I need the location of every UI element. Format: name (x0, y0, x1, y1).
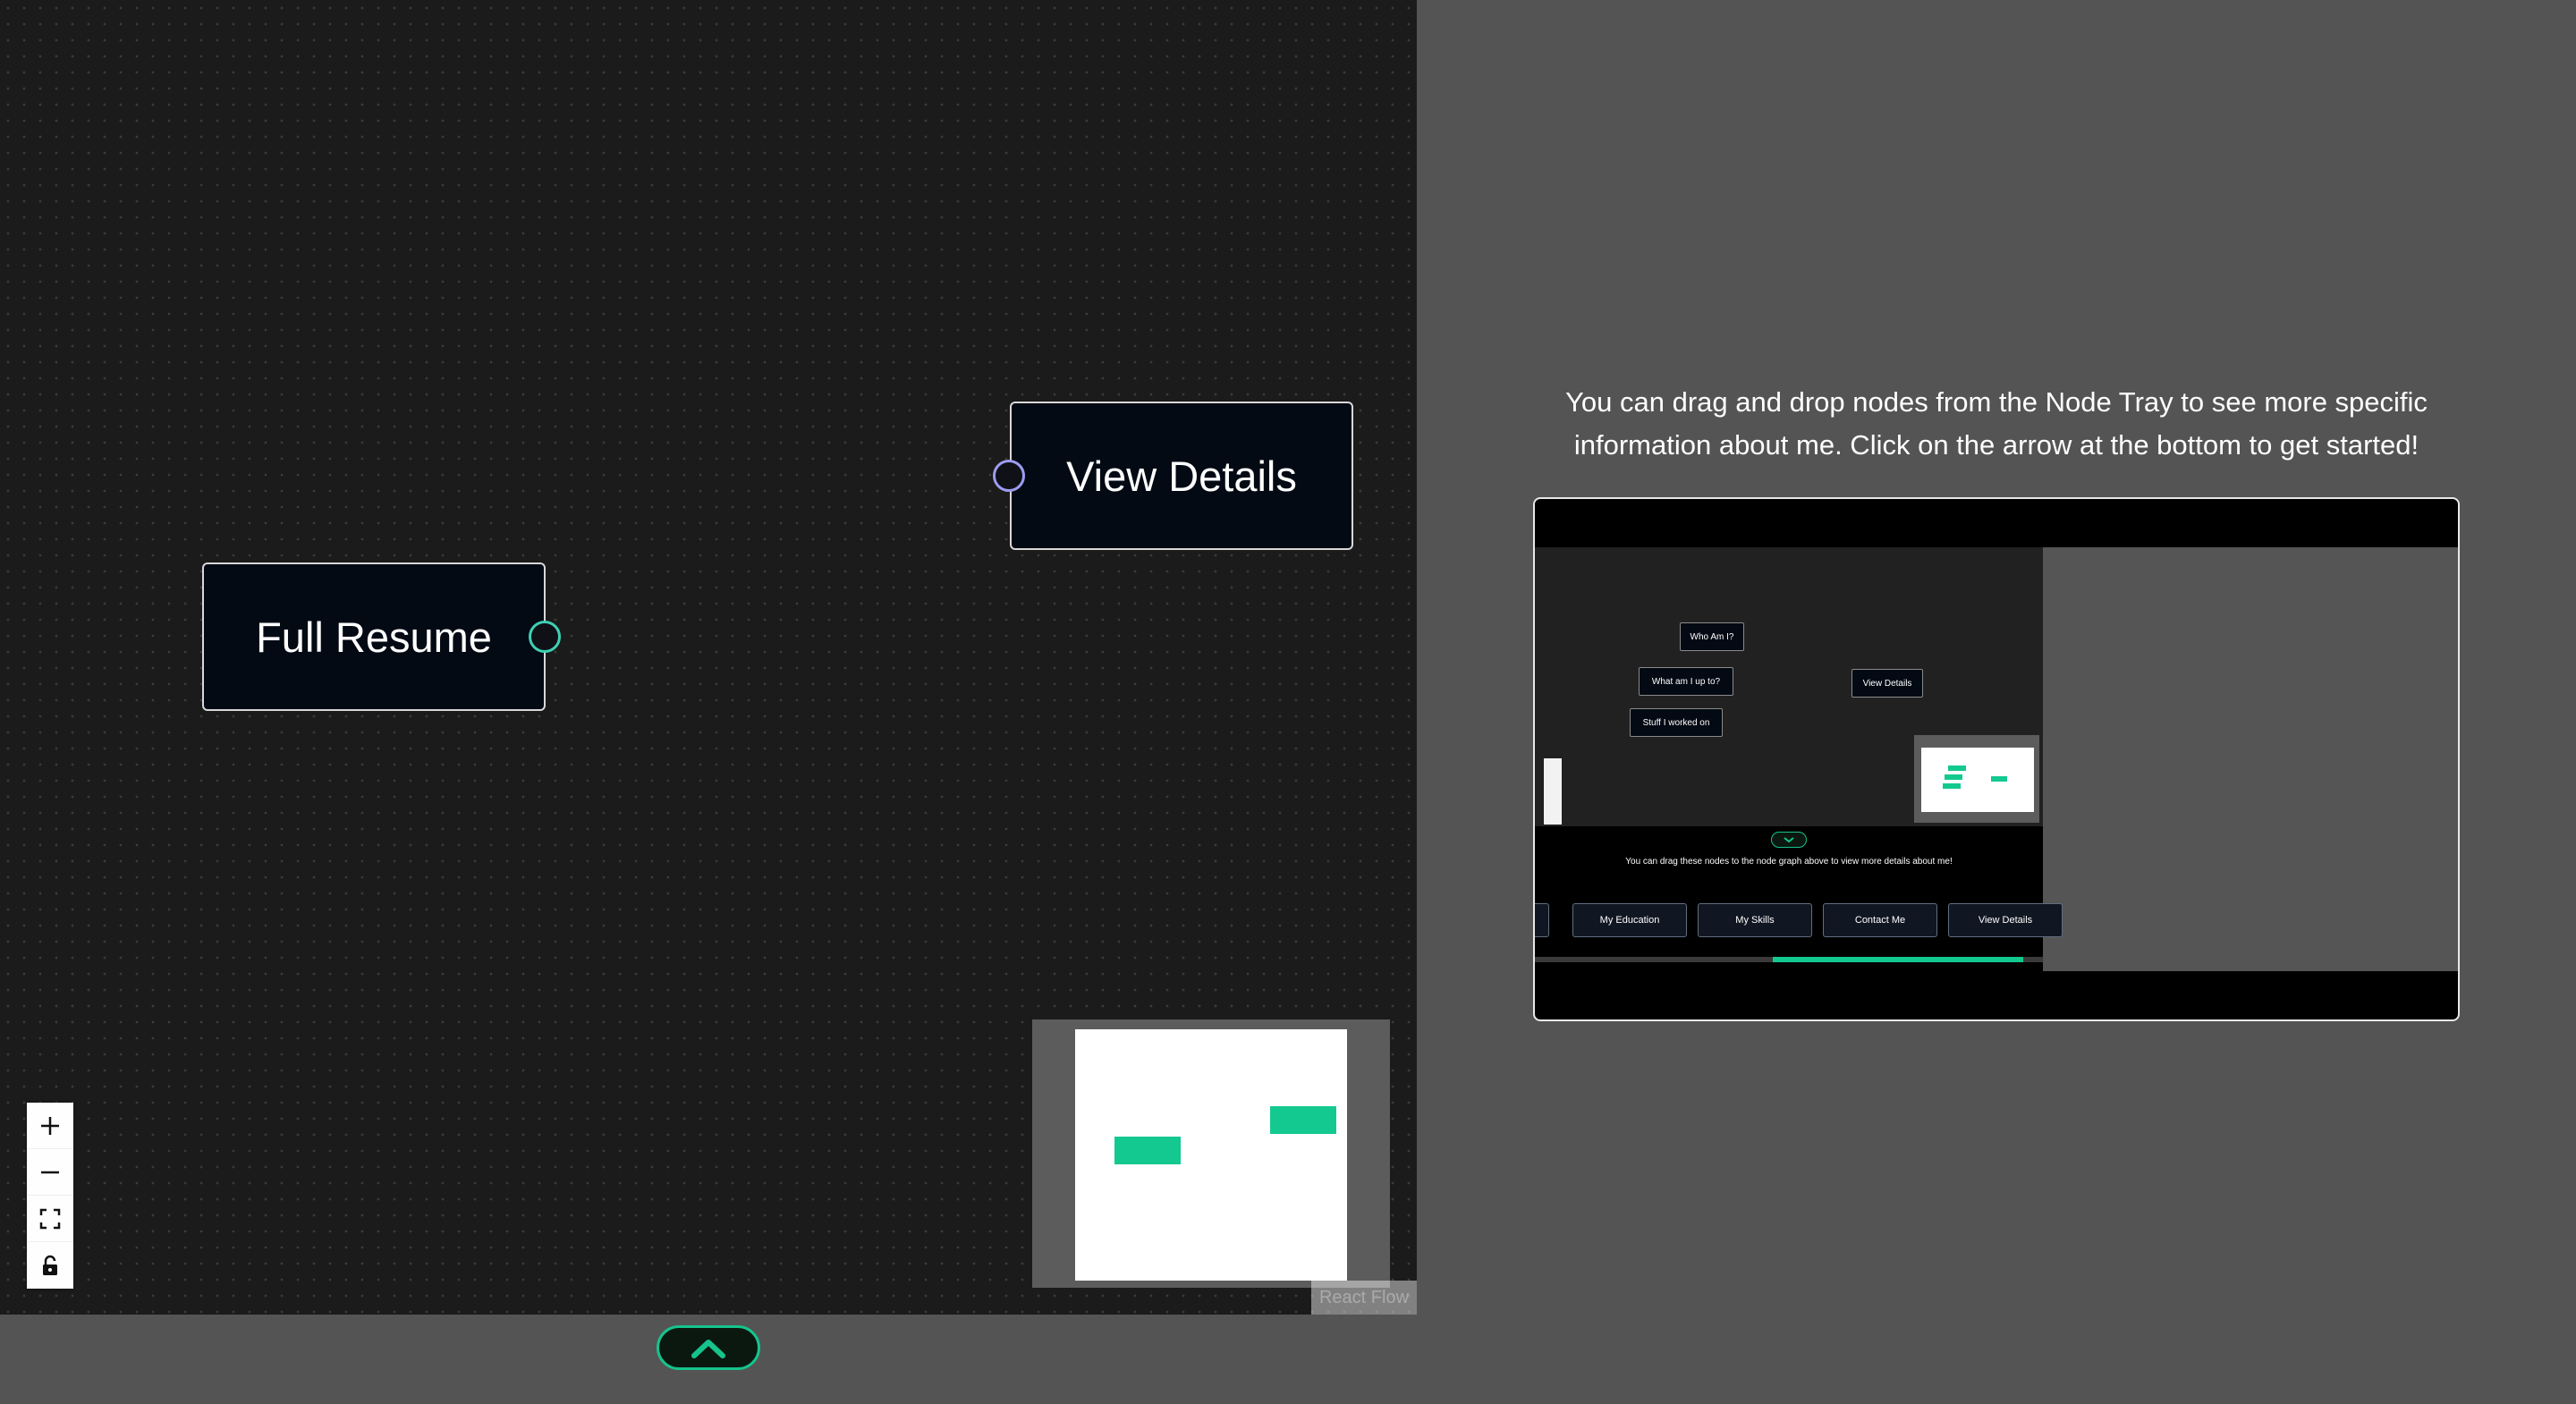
demo-node: Stuff I worked on (1630, 708, 1723, 737)
node-label: Full Resume (256, 613, 492, 661)
lock-icon (43, 1255, 57, 1275)
demo-video[interactable]: Who Am I? What am I up to? Stuff I worke… (1533, 497, 2460, 1021)
plus-icon (41, 1116, 59, 1135)
flow-canvas[interactable]: Full Resume View Details React Flow (0, 0, 1417, 1315)
node-view-details[interactable]: View Details (993, 402, 1353, 550)
attribution-text: React Flow (1318, 1287, 1410, 1307)
minus-icon (41, 1171, 59, 1173)
demo-tray-button: View Details (1948, 903, 2063, 937)
chevron-up-icon (691, 1340, 725, 1358)
demo-tray-toggle (1771, 832, 1807, 848)
demo-node: What am I up to? (1639, 667, 1733, 696)
target-handle[interactable] (993, 460, 1025, 492)
fit-view-icon (39, 1208, 61, 1229)
node-label: View Details (1066, 452, 1297, 500)
node-full-resume[interactable]: Full Resume (202, 562, 561, 711)
demo-tray-text: You can drag these nodes to the node gra… (1625, 857, 1953, 867)
demo-tray-button: Contact Me (1823, 903, 1937, 937)
demo-node: Who Am I? (1680, 622, 1744, 651)
demo-controls (1544, 758, 1562, 825)
fit-view-button[interactable] (27, 1196, 73, 1242)
zoom-in-button[interactable] (27, 1103, 73, 1149)
demo-side-panel (2043, 547, 2458, 971)
instructions-text: You can drag and drop nodes from the Nod… (1565, 386, 2428, 461)
flow-controls (27, 1103, 73, 1289)
minimap-viewport (1075, 1029, 1347, 1281)
source-handle[interactable] (529, 621, 561, 653)
demo-tray-button: My Skills (1698, 903, 1812, 937)
demo-tray-button (1535, 903, 1549, 937)
demo-scrollbar-thumb (1773, 957, 2023, 962)
minimap-node (1114, 1137, 1181, 1164)
node-tray-toggle-button[interactable] (657, 1325, 760, 1370)
demo-scrollbar (1535, 957, 2043, 962)
demo-tray-button: My Education (1572, 903, 1687, 937)
react-flow-attribution[interactable]: React Flow (1311, 1281, 1417, 1315)
minimap-node (1270, 1106, 1336, 1134)
toggle-interactivity-button[interactable] (27, 1242, 73, 1289)
demo-minimap (1914, 735, 2039, 823)
demo-canvas: Who Am I? What am I up to? Stuff I worke… (1535, 547, 2043, 826)
chevron-down-icon (1784, 837, 1794, 843)
zoom-out-button[interactable] (27, 1149, 73, 1196)
minimap[interactable] (1032, 1019, 1390, 1288)
demo-node: View Details (1852, 669, 1923, 698)
